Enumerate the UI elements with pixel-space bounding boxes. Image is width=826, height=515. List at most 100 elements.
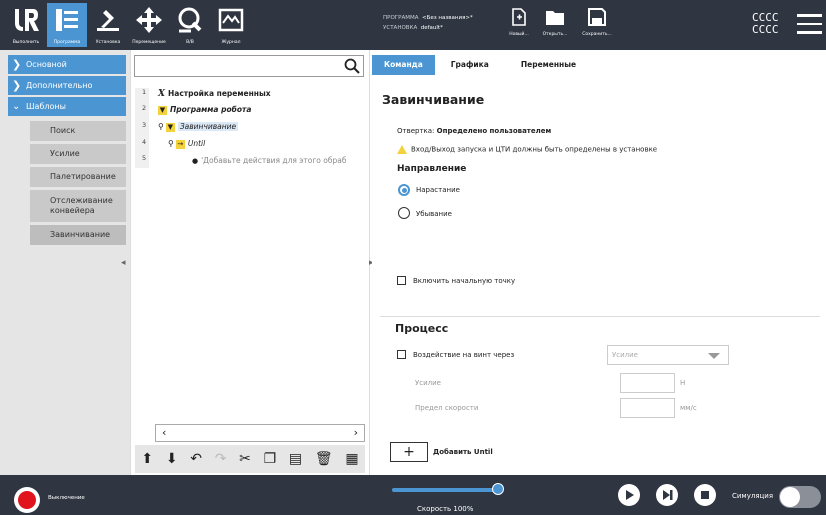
node-pin-icon: ⚲ — [168, 139, 174, 148]
copy-icon[interactable]: ❐ — [264, 451, 277, 467]
new-file-label: Новый... — [509, 32, 529, 37]
tree-row-label: Завинчивание — [177, 122, 239, 131]
speed-limit-input[interactable] — [620, 398, 675, 418]
move-up-icon[interactable]: ⬆ — [141, 451, 153, 467]
new-file-button[interactable]: Новый... — [499, 8, 539, 37]
tree-line-number: 2 — [142, 104, 147, 112]
program-name: <Без названия>* — [421, 15, 473, 21]
run-tab-button[interactable]: Выполнить — [6, 3, 46, 47]
move-down-icon[interactable]: ⬇ — [166, 451, 178, 467]
simulation-label: Симуляция — [732, 492, 774, 500]
play-button[interactable] — [618, 484, 640, 506]
tab-variables[interactable]: Переменные — [505, 55, 592, 75]
scroll-right-icon[interactable]: › — [354, 425, 358, 441]
force-input[interactable] — [620, 373, 675, 393]
impact-checkbox[interactable] — [397, 350, 406, 359]
program-label: ПРОГРАММА — [383, 15, 419, 21]
undo-icon[interactable]: ↶ — [190, 451, 202, 467]
stop-icon — [701, 491, 709, 499]
cut-icon[interactable]: ✂ — [239, 451, 251, 467]
search-icon[interactable] — [344, 58, 360, 74]
tree-row-variables-setup[interactable]: X Настройка переменных — [158, 88, 271, 100]
page-title: Завинчивание — [382, 92, 485, 107]
nav-item-label: Палетирование — [50, 172, 116, 181]
screwdriver-info: Отвертка: Определено пользователем — [397, 127, 551, 135]
start-point-label: Включить начальную точку — [413, 277, 516, 285]
add-until-button[interactable]: + — [390, 442, 428, 462]
io-icon — [178, 7, 202, 33]
force-unit: Н — [680, 379, 686, 387]
redo-icon[interactable]: ↷ — [215, 451, 227, 467]
nav-item-palletizing[interactable]: Палетирование — [30, 167, 126, 187]
tree-row-comment[interactable]: ● 'Добавьте действия для этого обраб — [192, 155, 368, 167]
collapse-left-icon[interactable]: ◂ — [121, 258, 126, 268]
io-tab-button[interactable]: В/В — [170, 3, 210, 47]
move-tab-button[interactable]: Перемещение — [129, 3, 169, 47]
stop-button[interactable] — [694, 484, 716, 506]
program-info: ПРОГРАММА <Без названия>* УСТАНОВКА defa… — [383, 13, 473, 33]
tree-toolbar: ⬆ ⬇ ↶ ↷ ✂ ❐ ▤ 🗑 ▦ — [135, 445, 365, 473]
installation-tab-button[interactable]: Установка — [88, 3, 128, 47]
paste-icon[interactable]: ▤ — [289, 451, 302, 467]
move-tab-label: Перемещение — [132, 40, 166, 45]
nav-item-screwdriving[interactable]: Завинчивание — [30, 225, 126, 245]
installation-label: УСТАНОВКА — [383, 25, 418, 31]
installation-name: default* — [420, 25, 443, 31]
io-tab-label: В/В — [186, 40, 194, 45]
step-button[interactable] — [656, 484, 678, 506]
run-tab-label: Выполнить — [12, 40, 40, 45]
speed-limit-unit: мм/с — [680, 404, 697, 412]
tree-line-number: 3 — [142, 121, 147, 129]
installation-tab-label: Установка — [95, 40, 121, 45]
nav-section-basic[interactable]: ❯ Основной — [8, 55, 126, 74]
chevron-down-icon — [708, 353, 720, 359]
suppress-icon[interactable]: ▦ — [345, 451, 358, 467]
tree-row-label: Until — [187, 139, 206, 148]
nav-item-label: Отслеживание конвейера — [50, 196, 113, 215]
tree-line-number: 4 — [142, 138, 147, 146]
nav-item-label: Усилие — [50, 149, 80, 158]
nav-section-advanced[interactable]: ❯ Дополнительно — [8, 76, 126, 95]
screwdriver-label: Отвертка: — [397, 127, 435, 135]
radio-decrease[interactable] — [398, 207, 410, 219]
radio-increase-label: Нарастание — [416, 186, 460, 194]
nav-item-search[interactable]: Поиск — [30, 121, 126, 141]
nav-item-force[interactable]: Усилие — [30, 144, 126, 164]
node-pin-icon: ⚲ — [158, 122, 164, 131]
open-file-button[interactable]: Открыть... — [535, 8, 575, 37]
process-title: Процесс — [395, 322, 449, 335]
program-tab-button[interactable]: Программа — [47, 3, 87, 47]
log-tab-button[interactable]: Журнал — [211, 3, 251, 47]
variable-x-icon: X — [158, 89, 165, 99]
tree-horizontal-scrollbar[interactable]: ‹ › — [155, 424, 365, 442]
log-tab-label: Журнал — [221, 40, 241, 45]
start-point-checkbox[interactable] — [397, 276, 406, 285]
log-icon — [218, 8, 244, 32]
top-bar: Выполнить Программа Установка Перемещени… — [0, 0, 826, 50]
save-file-button[interactable]: Сохранить... — [577, 8, 617, 37]
power-button[interactable] — [14, 487, 40, 513]
tree-row-robot-program[interactable]: ▼ Программа робота — [158, 104, 251, 116]
nav-item-conveyor-tracking[interactable]: Отслеживание конвейера — [30, 190, 126, 222]
impact-dropdown[interactable]: Усилие — [607, 345, 729, 365]
tree-search-input[interactable] — [134, 55, 364, 77]
tree-row-until[interactable]: ⚲ → Until — [168, 138, 205, 150]
speed-slider[interactable] — [392, 488, 502, 492]
hamburger-menu-icon[interactable] — [797, 14, 822, 34]
delete-icon[interactable]: 🗑 — [315, 451, 333, 467]
nav-item-label: Завинчивание — [50, 230, 111, 239]
tab-command[interactable]: Команда — [372, 55, 435, 75]
tree-line-number: 5 — [142, 154, 147, 162]
power-status: Выключение — [48, 495, 85, 501]
tree-row-screwdriving[interactable]: ⚲ ▼ Завинчивание — [158, 121, 239, 133]
until-arrow-icon: → — [175, 139, 185, 149]
warning-message: Вход/Выход запуска и ЦТИ должны быть опр… — [397, 145, 657, 154]
impact-label: Воздействие на винт через — [413, 351, 515, 359]
chevron-right-icon: ❯ — [12, 58, 22, 71]
speed-slider-handle[interactable] — [492, 483, 504, 495]
radio-increase[interactable] — [398, 184, 410, 196]
nav-section-templates[interactable]: ⌄ Шаблоны — [8, 97, 126, 116]
tab-graphics[interactable]: Графика — [435, 55, 505, 75]
simulation-toggle[interactable] — [779, 486, 821, 508]
scroll-left-icon[interactable]: ‹ — [162, 425, 166, 441]
